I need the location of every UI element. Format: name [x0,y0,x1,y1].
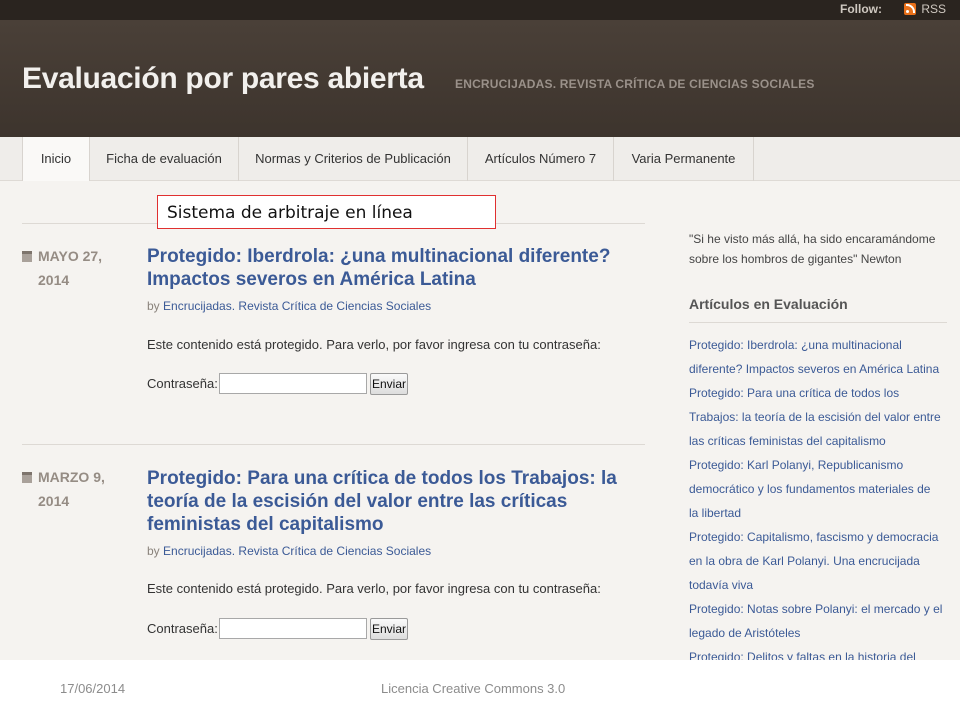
calendar-icon [22,472,32,483]
annotation-callout: Sistema de arbitraje en línea [157,195,496,229]
footer-license: Licencia Creative Commons 3.0 [381,681,566,696]
protected-notice: Este contenido está protegido. Para verl… [147,581,601,596]
quote-line: sobre los hombros de gigantes" Newton [689,252,902,266]
sidebar-quote: "Si he visto más allá, ha sido encaramán… [689,229,949,269]
nav-item-normas-criterios[interactable]: Normas y Criterios de Publicación [239,137,468,181]
nav-item-articulos-numero-7[interactable]: Artículos Número 7 [468,137,614,181]
article-link-line: todavía viva [689,578,754,592]
sidebar-heading: Artículos en Evaluación [689,296,848,312]
nav-item-ficha-evaluacion[interactable]: Ficha de evaluación [90,137,239,181]
post-date-year: 2014 [38,493,70,509]
post-title-line: Impactos severos en América Latina [147,269,476,290]
article-link[interactable]: Protegido: Para una crítica de todos los… [689,381,951,453]
post-date-year: 2014 [38,272,70,288]
rss-feed-icon [904,3,917,15]
annotation-text: Sistema de arbitraje en línea [167,203,413,223]
article-link-line: las críticas feministas del capitalismo [689,434,886,448]
post-date-month-day: MAYO 27, [38,248,103,264]
divider [22,444,645,445]
byline-prefix: by [147,544,160,558]
submit-password-button[interactable]: Enviar [370,373,408,395]
post-title-line: Protegido: Iberdrola: ¿una multinacional… [147,246,611,267]
post-title-line: Protegido: Para una crítica de todos los… [147,468,617,489]
password-label: Contraseña: [147,621,218,636]
post-date-month-day: MARZO 9, [38,469,105,485]
post-title-link[interactable]: Protegido: Para una crítica de todos los… [147,467,617,536]
article-link[interactable]: Protegido: Notas sobre Polanyi: el merca… [689,597,951,645]
author-link[interactable]: Encrucijadas. Revista Crítica de Ciencia… [163,544,431,558]
nav-item-varia-permanente[interactable]: Varia Permanente [614,137,754,181]
article-link-line: Protegido: Karl Polanyi, Republicanismo [689,458,904,472]
post-byline: by Encrucijadas. Revista Crítica de Cien… [147,299,431,313]
article-link-line: Protegido: Iberdrola: ¿una multinacional [689,338,902,352]
article-link-line: Protegido: Capitalismo, fascismo y democ… [689,530,939,544]
site-description: ENCRUCIJADAS. REVISTA CRÍTICA DE CIENCIA… [455,77,815,91]
sidebar-divider [689,322,947,323]
article-link-line: Protegido: Delitos y faltas en la histor… [689,650,916,660]
site-header: Evaluación por pares abierta ENCRUCIJADA… [0,20,960,137]
screenshot-slide: Follow: RSS Evaluación por pares abierta… [0,0,960,660]
article-link-line: diferente? Impactos severos en América L… [689,362,940,376]
article-link-line: en la obra de Karl Polanyi. Una encrucij… [689,554,920,568]
follow-label: Follow: [840,2,882,16]
post-date: MAYO 27, 2014 [38,244,102,292]
article-link-line: legado de Aristóteles [689,626,801,640]
password-label: Contraseña: [147,376,218,391]
article-link[interactable]: Protegido: Capitalismo, fascismo y democ… [689,525,951,597]
post-date: MARZO 9, 2014 [38,465,105,513]
article-link-line: Protegido: Notas sobre Polanyi: el merca… [689,602,943,616]
top-bar: Follow: RSS [0,0,960,20]
articles-in-review-list: Protegido: Iberdrola: ¿una multinacional… [689,333,951,660]
footer-date: 17/06/2014 [60,681,126,696]
post-title-line: teoría de la escisión del valor entre la… [147,491,568,512]
post-title-link[interactable]: Protegido: Iberdrola: ¿una multinacional… [147,245,610,291]
rss-link[interactable]: RSS [904,2,946,16]
article-link-line: la libertad [689,506,742,520]
quote-line: "Si he visto más allá, ha sido encaramán… [689,232,936,246]
article-link[interactable]: Protegido: Karl Polanyi, Republicanismo … [689,453,951,525]
post-title-line: feministas del capitalismo [147,514,384,535]
calendar-icon [22,251,32,262]
article-link[interactable]: Protegido: Delitos y faltas en la histor… [689,645,951,660]
article-link-line: Trabajos: la teoría de la escisión del v… [689,410,941,424]
password-input[interactable] [219,618,367,639]
password-input[interactable] [219,373,367,394]
protected-notice: Este contenido está protegido. Para verl… [147,337,601,352]
author-link[interactable]: Encrucijadas. Revista Crítica de Ciencia… [163,299,431,313]
rss-label: RSS [921,2,946,16]
nav-item-inicio[interactable]: Inicio [22,137,90,181]
byline-prefix: by [147,299,160,313]
article-link-line: democrático y los fundamentos materiales… [689,482,931,496]
article-link[interactable]: Protegido: Iberdrola: ¿una multinacional… [689,333,951,381]
site-title[interactable]: Evaluación por pares abierta [22,62,424,96]
post-byline: by Encrucijadas. Revista Crítica de Cien… [147,544,431,558]
article-link-line: Protegido: Para una crítica de todos los [689,386,900,400]
submit-password-button[interactable]: Enviar [370,618,408,640]
main-navigation: Inicio Ficha de evaluación Normas y Crit… [0,137,960,181]
